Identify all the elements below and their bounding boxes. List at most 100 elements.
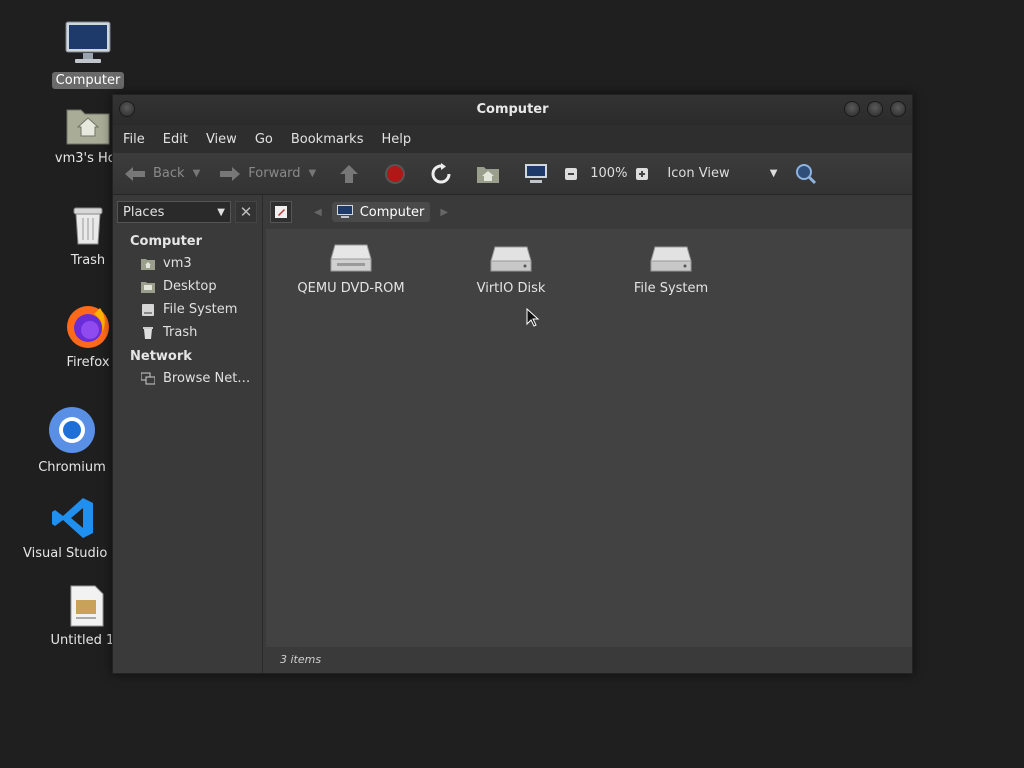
desktop-icon-label: Firefox: [66, 355, 110, 370]
hard-disk-icon: [650, 246, 692, 272]
window-title: Computer: [476, 102, 549, 117]
search-button[interactable]: [795, 163, 823, 185]
stop-icon: [385, 163, 406, 184]
titlebar[interactable]: Computer: [113, 95, 912, 125]
desktop-icon-computer[interactable]: Computer: [33, 20, 143, 89]
computer-icon: [525, 163, 548, 183]
zoom-in-icon: [636, 167, 649, 180]
home-folder-icon: [66, 109, 110, 145]
forward-history-dropdown-icon[interactable]: ▼: [309, 168, 317, 179]
menu-file[interactable]: File: [123, 132, 145, 147]
sidebar-heading-network: Network: [130, 349, 192, 364]
menu-help[interactable]: Help: [381, 132, 411, 147]
trash-icon: [73, 207, 103, 245]
reload-icon: [431, 162, 451, 183]
back-arrow-icon: [125, 166, 145, 181]
home-folder-icon: [477, 166, 500, 183]
sidebar-item-label: Desktop: [163, 279, 217, 294]
zoom-in-button[interactable]: [635, 167, 655, 181]
firefox-icon: [67, 306, 109, 348]
sidebar-item-browse-network[interactable]: Browse Net…: [113, 367, 262, 390]
body-area: Places ▼ ✕ Computer vm3 Desktop File Sys…: [113, 195, 912, 673]
desktop-icon-label: Computer: [51, 72, 125, 89]
location-bar: ◀ Computer ▶: [266, 195, 912, 229]
chevron-down-icon: ▼: [217, 206, 225, 218]
breadcrumb-computer[interactable]: Computer: [331, 202, 431, 222]
maximize-button[interactable]: [867, 101, 883, 117]
sidebar-item-vm3[interactable]: vm3: [113, 252, 262, 275]
crumb-scroll-left-icon[interactable]: ◀: [314, 207, 322, 218]
mouse-cursor-icon: [526, 308, 540, 327]
up-arrow-icon: [340, 164, 359, 183]
forward-arrow-icon: [220, 166, 241, 181]
content-pane: ◀ Computer ▶ QEMU DVD-ROM VirtIO Disk Fi…: [266, 195, 912, 673]
trash-icon: [143, 326, 153, 339]
file-item-label: VirtIO Disk: [476, 281, 546, 296]
back-label: Back: [153, 166, 185, 181]
computer-button[interactable]: [524, 163, 554, 185]
close-sidebar-button[interactable]: ✕: [235, 201, 257, 223]
icon-view: QEMU DVD-ROM VirtIO Disk File System: [266, 229, 912, 647]
sidebar-item-file-system[interactable]: File System: [113, 298, 262, 321]
desktop-folder-icon: [141, 281, 155, 293]
sidebar-item-desktop[interactable]: Desktop: [113, 275, 262, 298]
minimize-button[interactable]: [844, 101, 860, 117]
sidebar-item-label: vm3: [163, 256, 192, 271]
places-selector-label: Places: [123, 204, 165, 220]
sidebar-item-label: Trash: [163, 325, 198, 340]
menu-view[interactable]: View: [206, 132, 237, 147]
filesystem-icon: [142, 303, 154, 316]
file-item-file-system[interactable]: File System: [596, 243, 746, 296]
zoom-out-icon: [565, 167, 578, 180]
sidebar-item-label: File System: [163, 302, 238, 317]
back-history-dropdown-icon[interactable]: ▼: [193, 168, 201, 179]
document-icon: [70, 585, 104, 627]
sidebar-item-label: Browse Net…: [163, 371, 251, 386]
status-bar: 3 items: [266, 647, 912, 673]
view-mode-select[interactable]: Icon View ▼: [667, 166, 777, 181]
search-icon: [796, 163, 817, 184]
hard-disk-icon: [490, 246, 532, 272]
chevron-down-icon: ▼: [769, 168, 778, 179]
zoom-out-button[interactable]: [564, 167, 584, 181]
network-icon: [141, 372, 155, 384]
sidebar-item-trash[interactable]: Trash: [113, 321, 262, 344]
menu-edit[interactable]: Edit: [163, 132, 188, 147]
close-button[interactable]: [890, 101, 906, 117]
computer-icon: [65, 21, 111, 63]
breadcrumb-label: Computer: [359, 204, 425, 220]
desktop-icon-label: Chromium: [38, 460, 106, 475]
file-item-label: File System: [633, 281, 709, 296]
sidebar-heading-computer: Computer: [130, 234, 203, 249]
view-mode-label: Icon View: [667, 166, 730, 181]
edit-icon: [275, 206, 287, 218]
file-manager-window: Computer File Edit View Go Bookmarks Hel…: [112, 94, 913, 674]
up-button[interactable]: [338, 164, 366, 184]
stop-button[interactable]: [384, 163, 412, 185]
desktop-icon-label: Trash: [70, 253, 106, 268]
toggle-location-entry-button[interactable]: [270, 201, 292, 223]
toolbar: Back ▼ Forward ▼ 100% Icon View ▼: [113, 153, 912, 195]
desktop-icon-chromium[interactable]: Chromium: [17, 405, 127, 476]
zoom-level: 100%: [590, 166, 628, 181]
vscode-icon: [52, 498, 93, 538]
home-folder-icon: [141, 258, 155, 270]
file-item-label: QEMU DVD-ROM: [297, 281, 405, 296]
computer-icon: [336, 205, 353, 218]
forward-button[interactable]: Forward ▼: [218, 165, 316, 183]
close-icon: ✕: [239, 203, 253, 221]
sidebar: Places ▼ ✕ Computer vm3 Desktop File Sys…: [113, 195, 263, 673]
file-item-virtio-disk[interactable]: VirtIO Disk: [436, 243, 586, 296]
forward-label: Forward: [248, 166, 301, 181]
optical-drive-icon: [330, 244, 372, 272]
menu-go[interactable]: Go: [255, 132, 273, 147]
crumb-scroll-right-icon[interactable]: ▶: [440, 207, 448, 218]
menu-bookmarks[interactable]: Bookmarks: [291, 132, 364, 147]
chromium-icon: [49, 407, 95, 453]
file-item-qemu-dvd-rom[interactable]: QEMU DVD-ROM: [276, 243, 426, 296]
places-selector[interactable]: Places ▼: [117, 201, 231, 223]
back-button[interactable]: Back ▼: [123, 165, 200, 183]
places-bar: Places ▼ ✕: [113, 195, 262, 229]
reload-button[interactable]: [430, 162, 458, 185]
home-button[interactable]: [476, 164, 506, 184]
